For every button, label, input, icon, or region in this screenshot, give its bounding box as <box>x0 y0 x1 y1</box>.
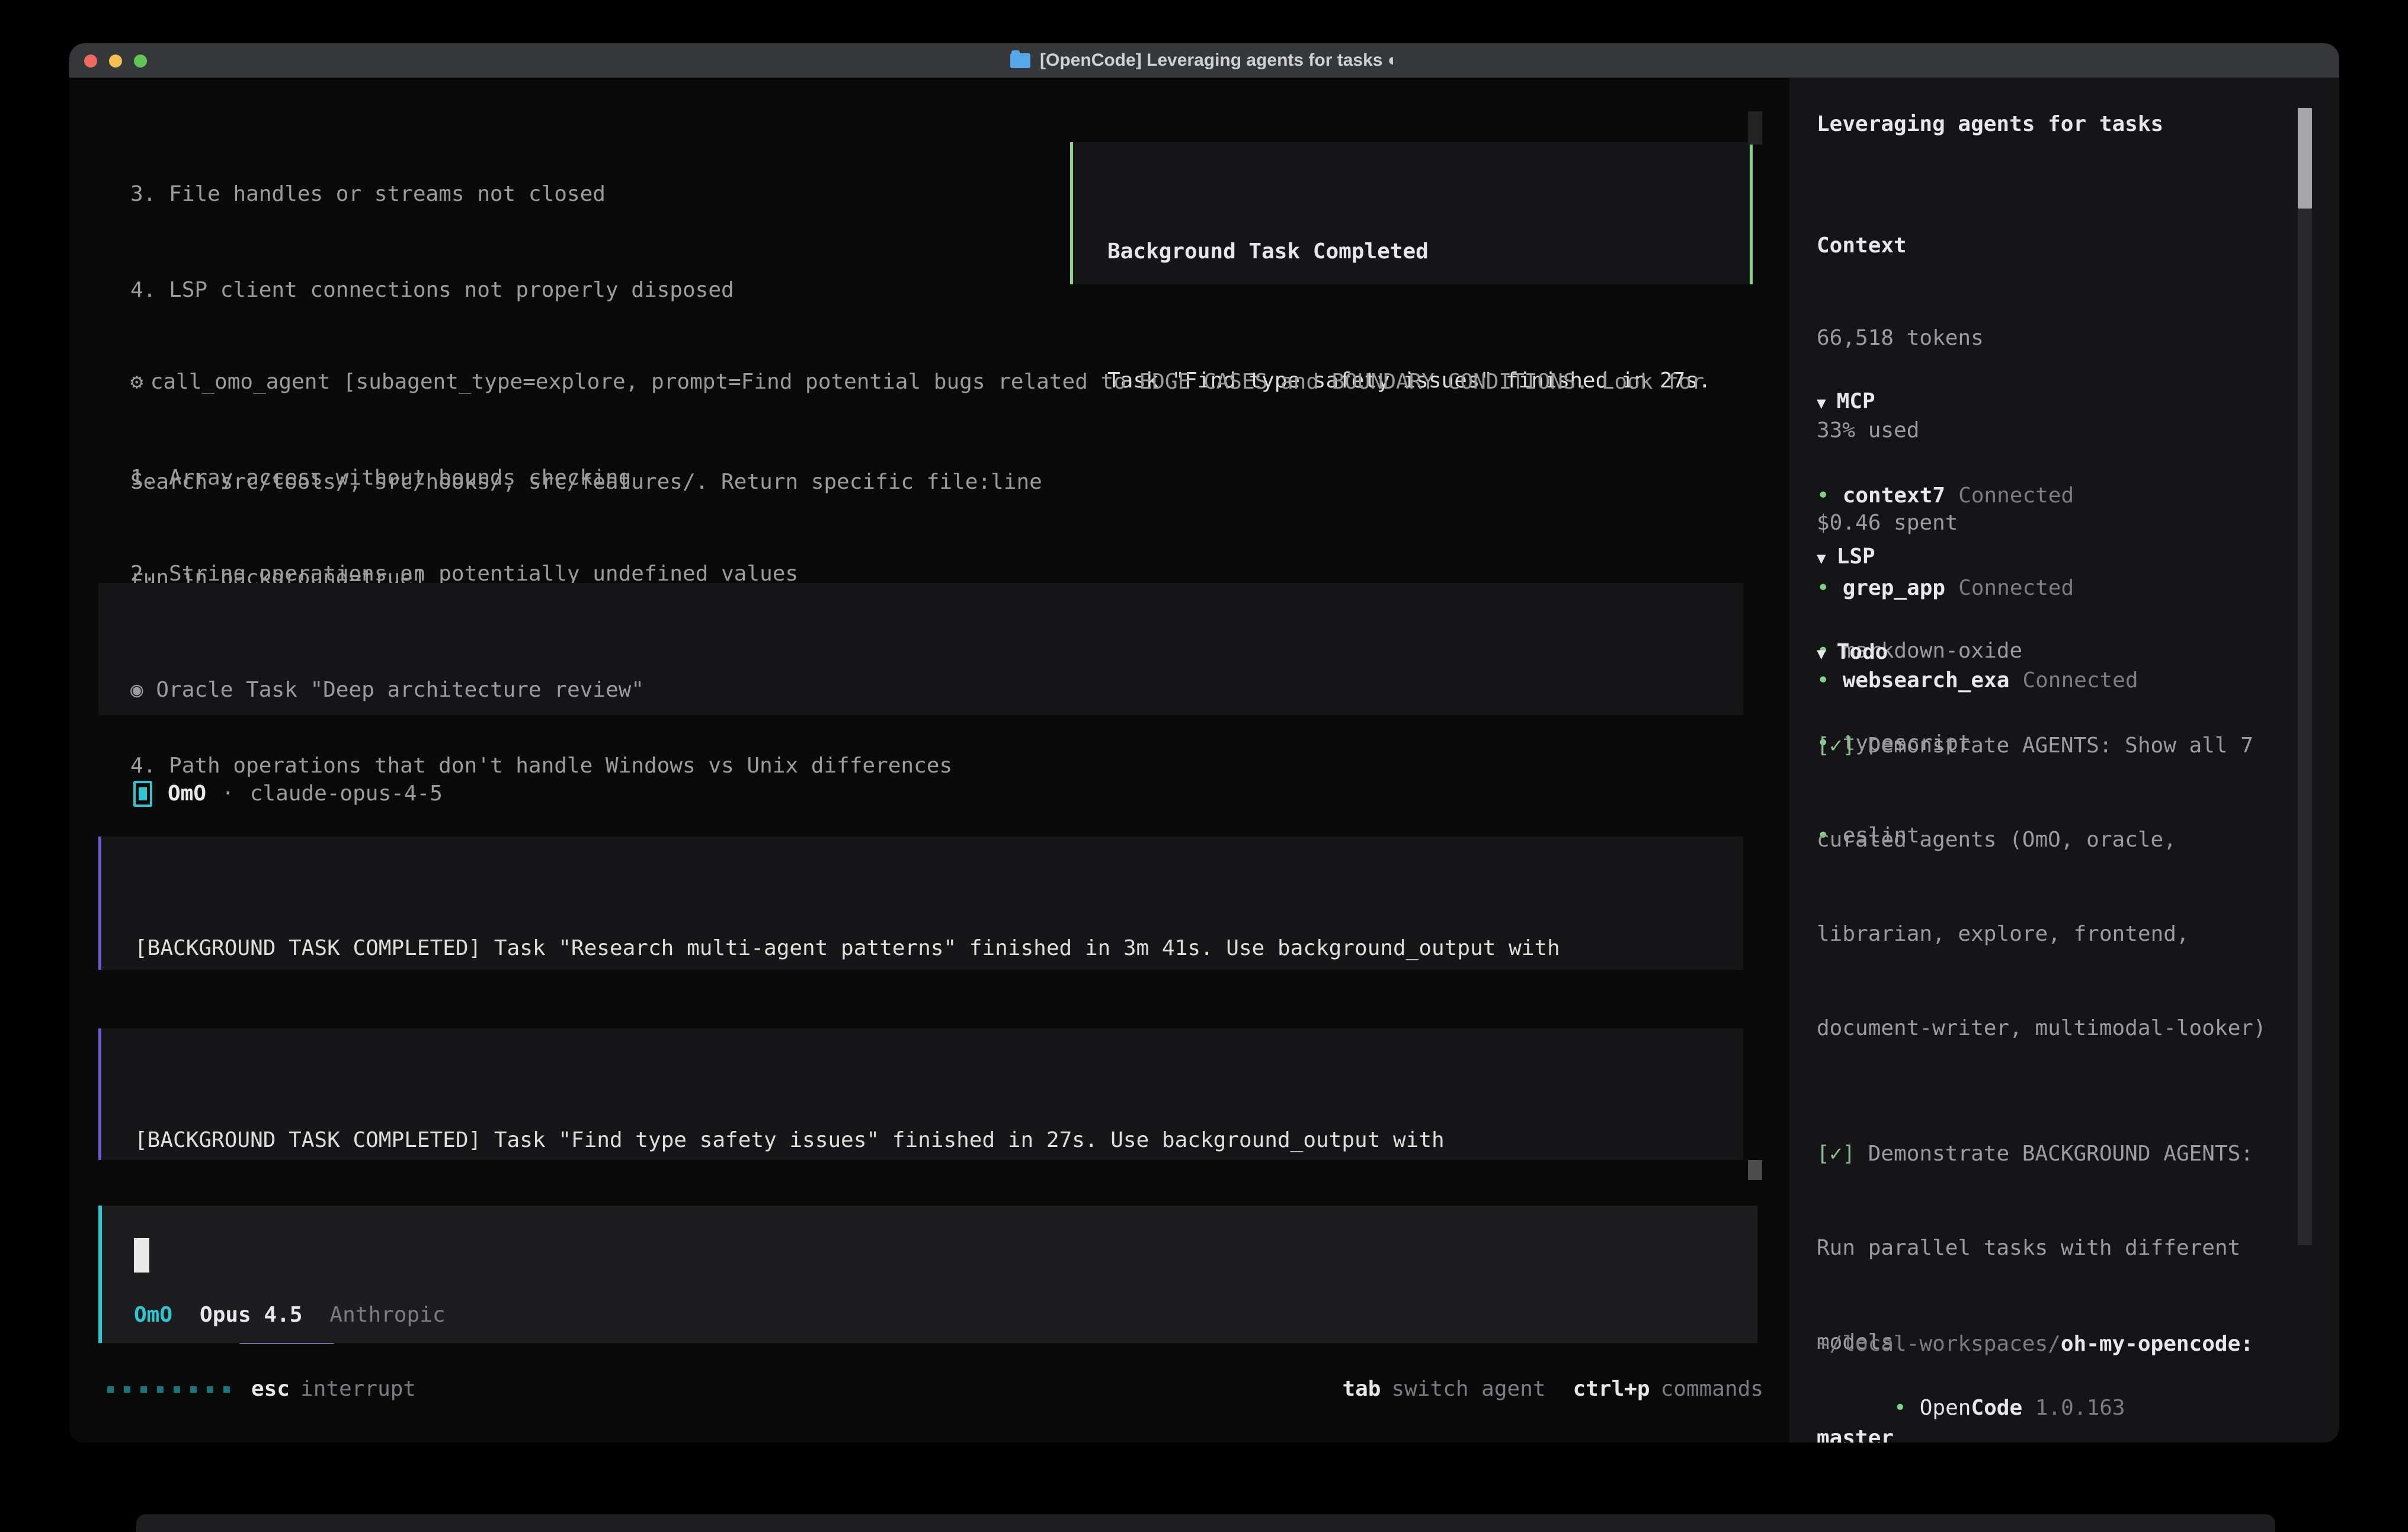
separator-dot: · <box>222 778 235 810</box>
chevron-down-icon: ▼ <box>1817 550 1826 568</box>
background-task-notification: Background Task Completed Task "Find typ… <box>1070 142 1753 284</box>
status-dot-icon: • <box>1894 1396 1907 1420</box>
input-model-row: OmO Opus 4.5 Anthropic <box>134 1299 446 1331</box>
app-name-bold: Code <box>1971 1396 2022 1420</box>
oracle-icon: ◉ <box>130 678 143 702</box>
todo-text: curated agents (OmO, oracle, <box>1817 824 2292 855</box>
shortcut-switch-agent: tab switch agent <box>1342 1373 1545 1405</box>
todo-item: [✓] Demonstrate AGENTS: Show all 7 <box>1817 730 2292 761</box>
workspace-repo: oh-my-opencode: <box>2061 1332 2253 1356</box>
version-number: 1.0.163 <box>2035 1396 2125 1420</box>
context-heading: Context <box>1817 230 1984 261</box>
lsp-heading: LSP <box>1837 544 1875 569</box>
todo-heading: Todo <box>1837 640 1888 664</box>
tool-call-text: call_omo_agent [subagent_type=explore, p… <box>150 370 1705 394</box>
title-group: [OpenCode] Leveraging agents for tasks ◐ <box>69 43 2339 78</box>
mcp-header[interactable]: ▼ MCP <box>1817 386 2138 419</box>
todo-text: document-writer, multimodal-looker) <box>1817 1012 2292 1044</box>
task-message-line: [BACKGROUND TASK COMPLETED] Task "Find t… <box>135 1124 1743 1156</box>
version-row: • OpenCode 1.0.163 <box>1817 1360 2125 1443</box>
input-provider-name: Anthropic <box>329 1299 445 1331</box>
label-commands: commands <box>1661 1373 1763 1405</box>
workspace-path-prefix: ~/local-workspaces/ <box>1817 1332 2061 1356</box>
main-scrollbar-thumb[interactable] <box>1748 1160 1762 1180</box>
folder-icon <box>1010 53 1030 68</box>
session-sidebar: Leveraging agents for tasks Context 66,5… <box>1789 78 2339 1443</box>
key-ctrl-p: ctrl+p <box>1573 1373 1650 1405</box>
label-switch-agent: switch agent <box>1391 1373 1545 1405</box>
prompt-input[interactable]: OmO Opus 4.5 Anthropic <box>98 1206 1757 1343</box>
agent-header: OmO · claude-opus-4-5 <box>133 778 443 810</box>
log-line: 3. File handles or streams not closed <box>130 178 1042 210</box>
log-line: 1. Array access without bounds checking <box>130 462 1704 494</box>
chevron-down-icon: ▼ <box>1817 645 1826 663</box>
text-cursor <box>134 1238 149 1273</box>
status-bar: esc interrupt tab switch agent ctrl+p co… <box>69 1373 1789 1405</box>
titlebar: [OpenCode] Leveraging agents for tasks ◐ <box>69 43 2339 78</box>
mcp-heading: MCP <box>1837 389 1875 414</box>
chevron-down-icon: ▼ <box>1817 395 1826 412</box>
shortcut-commands: ctrl+p commands <box>1573 1373 1763 1405</box>
sidebar-scrollbar-thumb[interactable] <box>2298 108 2312 209</box>
todo-text: librarian, explore, frontend, <box>1817 918 2292 950</box>
notification-title: Background Task Completed <box>1107 236 1750 268</box>
todo-text: Demonstrate BACKGROUND AGENTS: <box>1855 1142 2253 1166</box>
app-name: Open <box>1920 1396 1971 1420</box>
oracle-task-box: ◉ Oracle Task "Deep architecture review"… <box>98 583 1743 715</box>
key-tab: tab <box>1342 1373 1381 1405</box>
main-scrollbar-thumb-top[interactable] <box>1748 111 1762 145</box>
agent-name: OmO <box>168 778 206 810</box>
background-task-message: [BACKGROUND TASK COMPLETED] Task "Find t… <box>98 1028 1743 1160</box>
label-interrupt: interrupt <box>300 1373 416 1405</box>
key-esc: esc <box>251 1373 290 1405</box>
agent-icon <box>133 781 152 807</box>
activity-dots <box>107 1386 230 1393</box>
oracle-task-line: ◉ Oracle Task "Deep architecture review" <box>130 674 1743 706</box>
tool-call-line: ⚙ call_omo_agent [subagent_type=explore, … <box>130 366 1704 398</box>
lsp-header[interactable]: ▼ LSP <box>1817 541 2022 574</box>
background-window-edge <box>136 1514 2275 1532</box>
shortcut-interrupt: esc interrupt <box>251 1373 416 1405</box>
oracle-task-title: Oracle Task "Deep architecture review" <box>156 678 644 702</box>
checkbox-checked-icon: [✓] <box>1817 1142 1855 1166</box>
agent-model: claude-opus-4-5 <box>250 778 443 810</box>
input-agent-name: OmO <box>134 1299 172 1331</box>
conversation-pane: 3. File handles or streams not closed 4.… <box>69 78 1789 1443</box>
session-title: Leveraging agents for tasks <box>1817 108 2163 140</box>
todo-item: [✓] Demonstrate BACKGROUND AGENTS: <box>1817 1138 2292 1169</box>
todo-header[interactable]: ▼ Todo <box>1817 636 1888 670</box>
terminal-window: [OpenCode] Leveraging agents for tasks ◐… <box>69 43 2339 1443</box>
workspace-path: ~/local-workspaces/oh-my-opencode: <box>1817 1328 2253 1360</box>
sidebar-scrollbar-track[interactable] <box>2298 108 2312 1245</box>
todo-text: Demonstrate AGENTS: Show all 7 <box>1855 733 2253 758</box>
gear-icon: ⚙ <box>130 370 143 394</box>
todo-text: Run parallel tasks with different <box>1817 1232 2292 1264</box>
background-task-message: [BACKGROUND TASK COMPLETED] Task "Resear… <box>98 836 1743 970</box>
task-message-line: [BACKGROUND TASK COMPLETED] Task "Resear… <box>135 932 1743 964</box>
app-version <box>2022 1396 2035 1420</box>
window-title: [OpenCode] Leveraging agents for tasks ◐ <box>1040 50 1398 70</box>
checkbox-checked-icon: [✓] <box>1817 733 1855 758</box>
log-line: 4. LSP client connections not properly d… <box>130 274 1042 306</box>
input-model-name: Opus 4.5 <box>200 1299 302 1331</box>
